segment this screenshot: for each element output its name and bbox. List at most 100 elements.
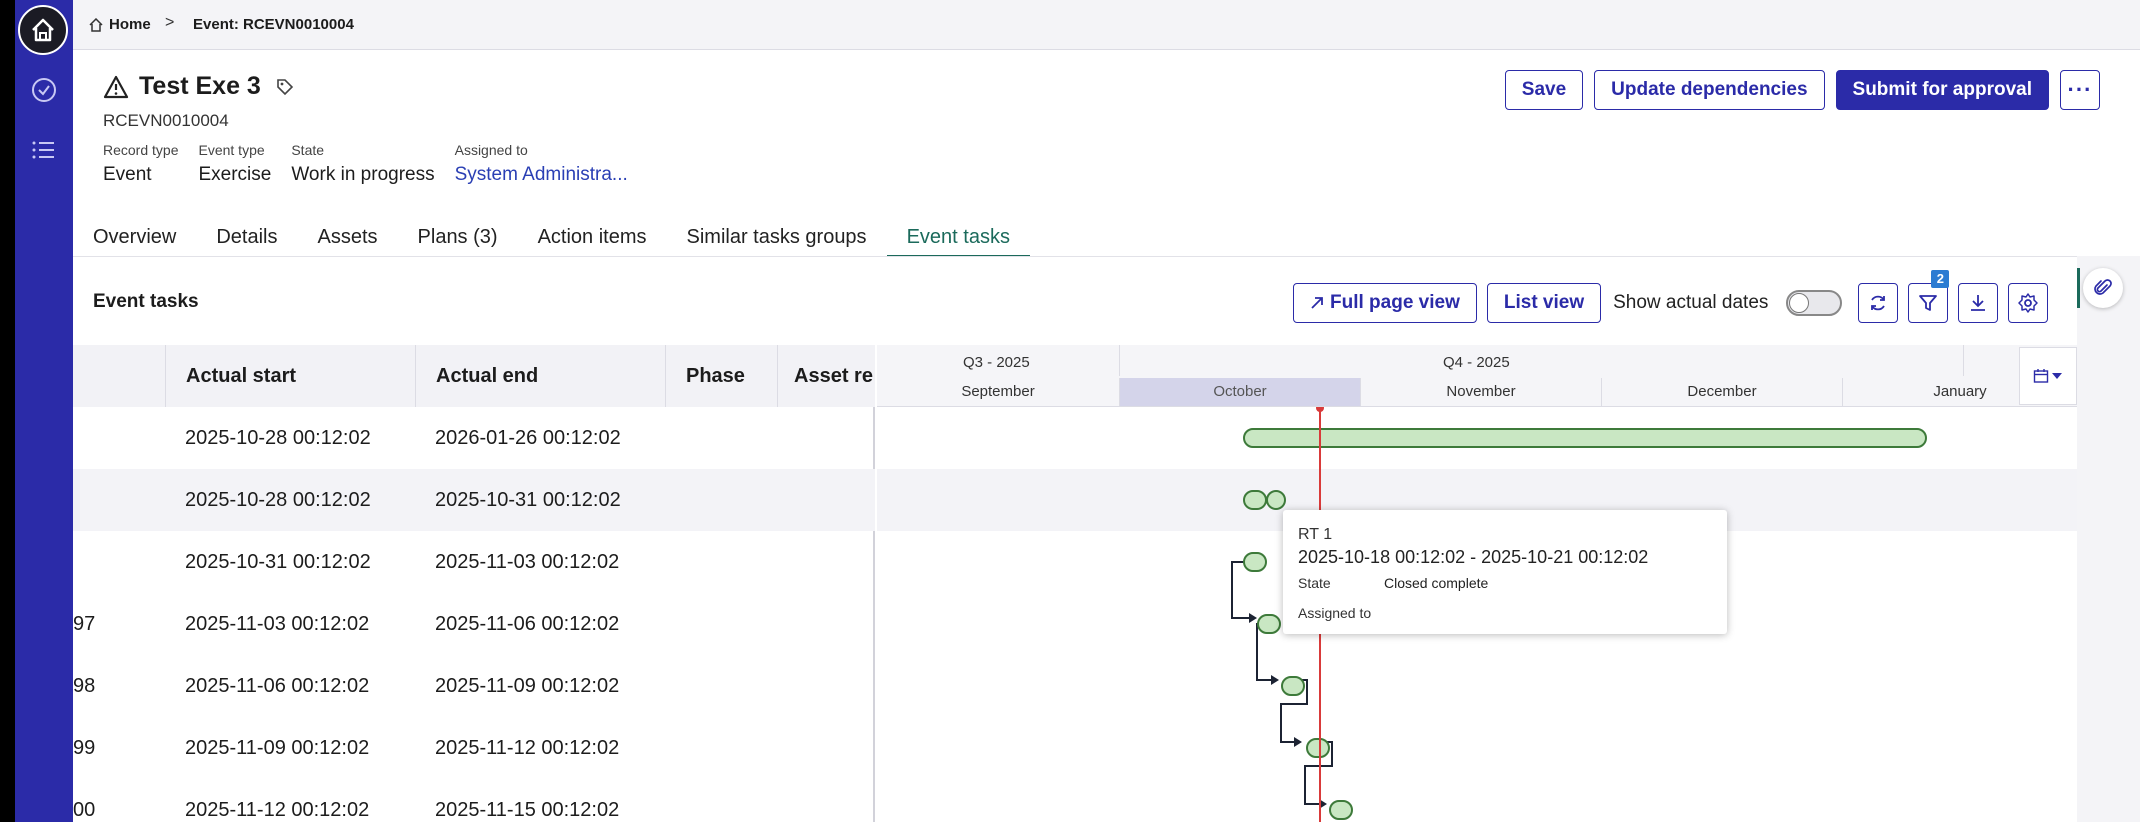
- tab-similar-tasks-groups[interactable]: Similar tasks groups: [667, 222, 887, 258]
- app-main: Home > Event: RCEVN0010004 Test Exe 3 RC…: [73, 0, 2140, 822]
- cell-number: 00: [73, 799, 96, 821]
- quarter-divider: [1963, 345, 1964, 376]
- download-icon: [1971, 295, 1986, 311]
- quarter-divider: [1119, 345, 1120, 376]
- breadcrumb-separator: >: [165, 14, 175, 31]
- breadcrumb-home-label: Home: [109, 16, 151, 33]
- table-row[interactable]: 97 2025-11-03 00:12:02 2025-11-06 00:12:…: [73, 593, 875, 655]
- full-page-view-label: Full page view: [1330, 292, 1460, 313]
- task-tooltip: RT 1 2025-10-18 00:12:02 - 2025-10-21 00…: [1283, 510, 1727, 634]
- cell-actual-start: 2025-11-06 00:12:02: [185, 675, 370, 697]
- grid-header: Actual start Actual end Phase Asset re: [73, 345, 875, 407]
- record-header: Test Exe 3 RCEVN0010004 Record type Even…: [73, 50, 2140, 258]
- chevron-down-icon: [2052, 373, 2062, 379]
- tab-plans[interactable]: Plans (3): [398, 222, 518, 258]
- tab-action-items[interactable]: Action items: [518, 222, 667, 258]
- tag-icon[interactable]: [275, 77, 295, 97]
- event-tasks-panel: Event tasks Full page view List view Sho…: [73, 256, 2077, 822]
- tab-assets[interactable]: Assets: [298, 222, 398, 258]
- tab-details[interactable]: Details: [196, 222, 297, 258]
- cell-number: 99: [73, 737, 96, 759]
- update-dependencies-button[interactable]: Update dependencies: [1594, 70, 1825, 110]
- cell-actual-start: 2025-10-28 00:12:02: [185, 489, 371, 511]
- tooltip-assigned-label: Assigned to: [1298, 605, 1372, 621]
- task-bar: [1257, 614, 1281, 634]
- field-value: Work in progress: [291, 164, 435, 185]
- column-header-actual-end[interactable]: Actual end: [415, 345, 665, 407]
- gear-icon: [2018, 293, 2039, 313]
- home-icon: [89, 17, 103, 32]
- table-row[interactable]: 99 2025-11-09 00:12:02 2025-11-12 00:12:…: [73, 717, 875, 779]
- month-september: September: [961, 383, 1035, 400]
- dependency-arrow: [1271, 675, 1279, 685]
- check-circle-icon[interactable]: [30, 76, 58, 104]
- task-bar: [1306, 738, 1330, 758]
- column-header-asset[interactable]: Asset re: [777, 345, 875, 407]
- breadcrumb-current: Event: RCEVN0010004: [193, 16, 354, 33]
- field-label: Assigned to: [454, 142, 528, 158]
- warning-icon: [103, 75, 129, 98]
- column-header-actual-start[interactable]: Actual start: [165, 345, 415, 407]
- gantt-timescale: Q3 - 2025 Q4 - 2025 September October No…: [877, 345, 2077, 407]
- gantt-toolbar: Full page view List view Show actual dat…: [1293, 270, 2049, 323]
- calendar-icon: [2033, 369, 2049, 383]
- list-view-button[interactable]: List view: [1486, 283, 1602, 323]
- quarter-label: Q3 - 2025: [963, 354, 1030, 371]
- more-actions-button[interactable]: ···: [2060, 70, 2100, 110]
- contextual-sidebar: [2077, 256, 2140, 822]
- table-row[interactable]: 98 2025-11-06 00:12:02 2025-11-09 00:12:…: [73, 655, 875, 717]
- save-button[interactable]: Save: [1504, 70, 1584, 110]
- cell-actual-start: 2025-10-28 00:12:02: [185, 427, 371, 449]
- table-row[interactable]: 2025-10-31 00:12:02 2025-11-03 00:12:02: [73, 531, 875, 593]
- refresh-button[interactable]: [1858, 283, 1899, 323]
- month-october: October: [1119, 378, 1360, 406]
- record-actions: Save Update dependencies Submit for appr…: [1504, 70, 2100, 110]
- record-tabs: Overview Details Assets Plans (3) Action…: [73, 222, 1030, 258]
- field-label: Event type: [198, 142, 265, 158]
- list-icon[interactable]: [30, 136, 58, 164]
- download-button[interactable]: [1958, 283, 1999, 323]
- today-marker: [1316, 407, 1324, 412]
- full-page-view-button[interactable]: Full page view: [1293, 283, 1477, 323]
- submit-for-approval-button[interactable]: Submit for approval: [1835, 70, 2049, 110]
- tab-overview[interactable]: Overview: [73, 222, 196, 258]
- column-header-number: [73, 345, 165, 407]
- page-title: Test Exe 3: [139, 72, 261, 100]
- expand-arrow-icon: [1311, 297, 1323, 309]
- field-value: Event: [103, 164, 152, 185]
- task-bar: [1243, 552, 1267, 572]
- tab-event-tasks[interactable]: Event tasks: [886, 222, 1030, 258]
- show-actual-dates-toggle[interactable]: [1786, 290, 1843, 316]
- field-assigned-to: Assigned to System Administra...: [455, 142, 628, 186]
- task-bar: [1329, 800, 1353, 820]
- table-row[interactable]: 2025-10-28 00:12:02 2025-10-31 00:12:02: [73, 469, 875, 531]
- dependency-arrow: [1249, 613, 1257, 623]
- table-row[interactable]: 2025-10-28 00:12:02 2026-01-26 00:12:02: [73, 407, 875, 469]
- cell-actual-end: 2025-11-12 00:12:02: [435, 737, 620, 759]
- task-bar-hover: [1266, 490, 1286, 510]
- table-row[interactable]: 00 2025-11-12 00:12:02 2025-11-15 00:12:…: [73, 779, 875, 822]
- field-label: State: [291, 142, 325, 158]
- assigned-to-link[interactable]: System Administra...: [455, 164, 628, 186]
- filter-button[interactable]: 2: [1908, 270, 1950, 323]
- cell-actual-start: 2025-11-09 00:12:02: [185, 737, 370, 759]
- tooltip-task-name: RT 1: [1298, 526, 1333, 543]
- cell-actual-end: 2026-01-26 00:12:02: [435, 427, 621, 449]
- breadcrumb-home[interactable]: Home: [89, 16, 151, 33]
- column-header-phase[interactable]: Phase: [665, 345, 777, 407]
- field-state: State Work in progress: [291, 142, 434, 186]
- tooltip-state-label: State: [1298, 575, 1331, 591]
- quarter-label: Q4 - 2025: [1443, 354, 1510, 371]
- refresh-icon: [1871, 295, 1886, 311]
- cell-actual-end: 2025-11-03 00:12:02: [435, 551, 620, 573]
- filter-count-badge: 2: [1931, 270, 1950, 288]
- tooltip-state-row: State Closed complete: [1298, 575, 1727, 591]
- field-record-type: Record type Event: [103, 142, 178, 186]
- attachments-button[interactable]: [2083, 268, 2123, 308]
- timescale-options-button[interactable]: [2019, 347, 2077, 405]
- home-icon[interactable]: [18, 5, 68, 55]
- record-fields: Record type Event Event type Exercise St…: [103, 142, 628, 186]
- settings-button[interactable]: [2008, 283, 2049, 323]
- month-december: December: [1601, 378, 1842, 406]
- field-event-type: Event type Exercise: [198, 142, 271, 186]
